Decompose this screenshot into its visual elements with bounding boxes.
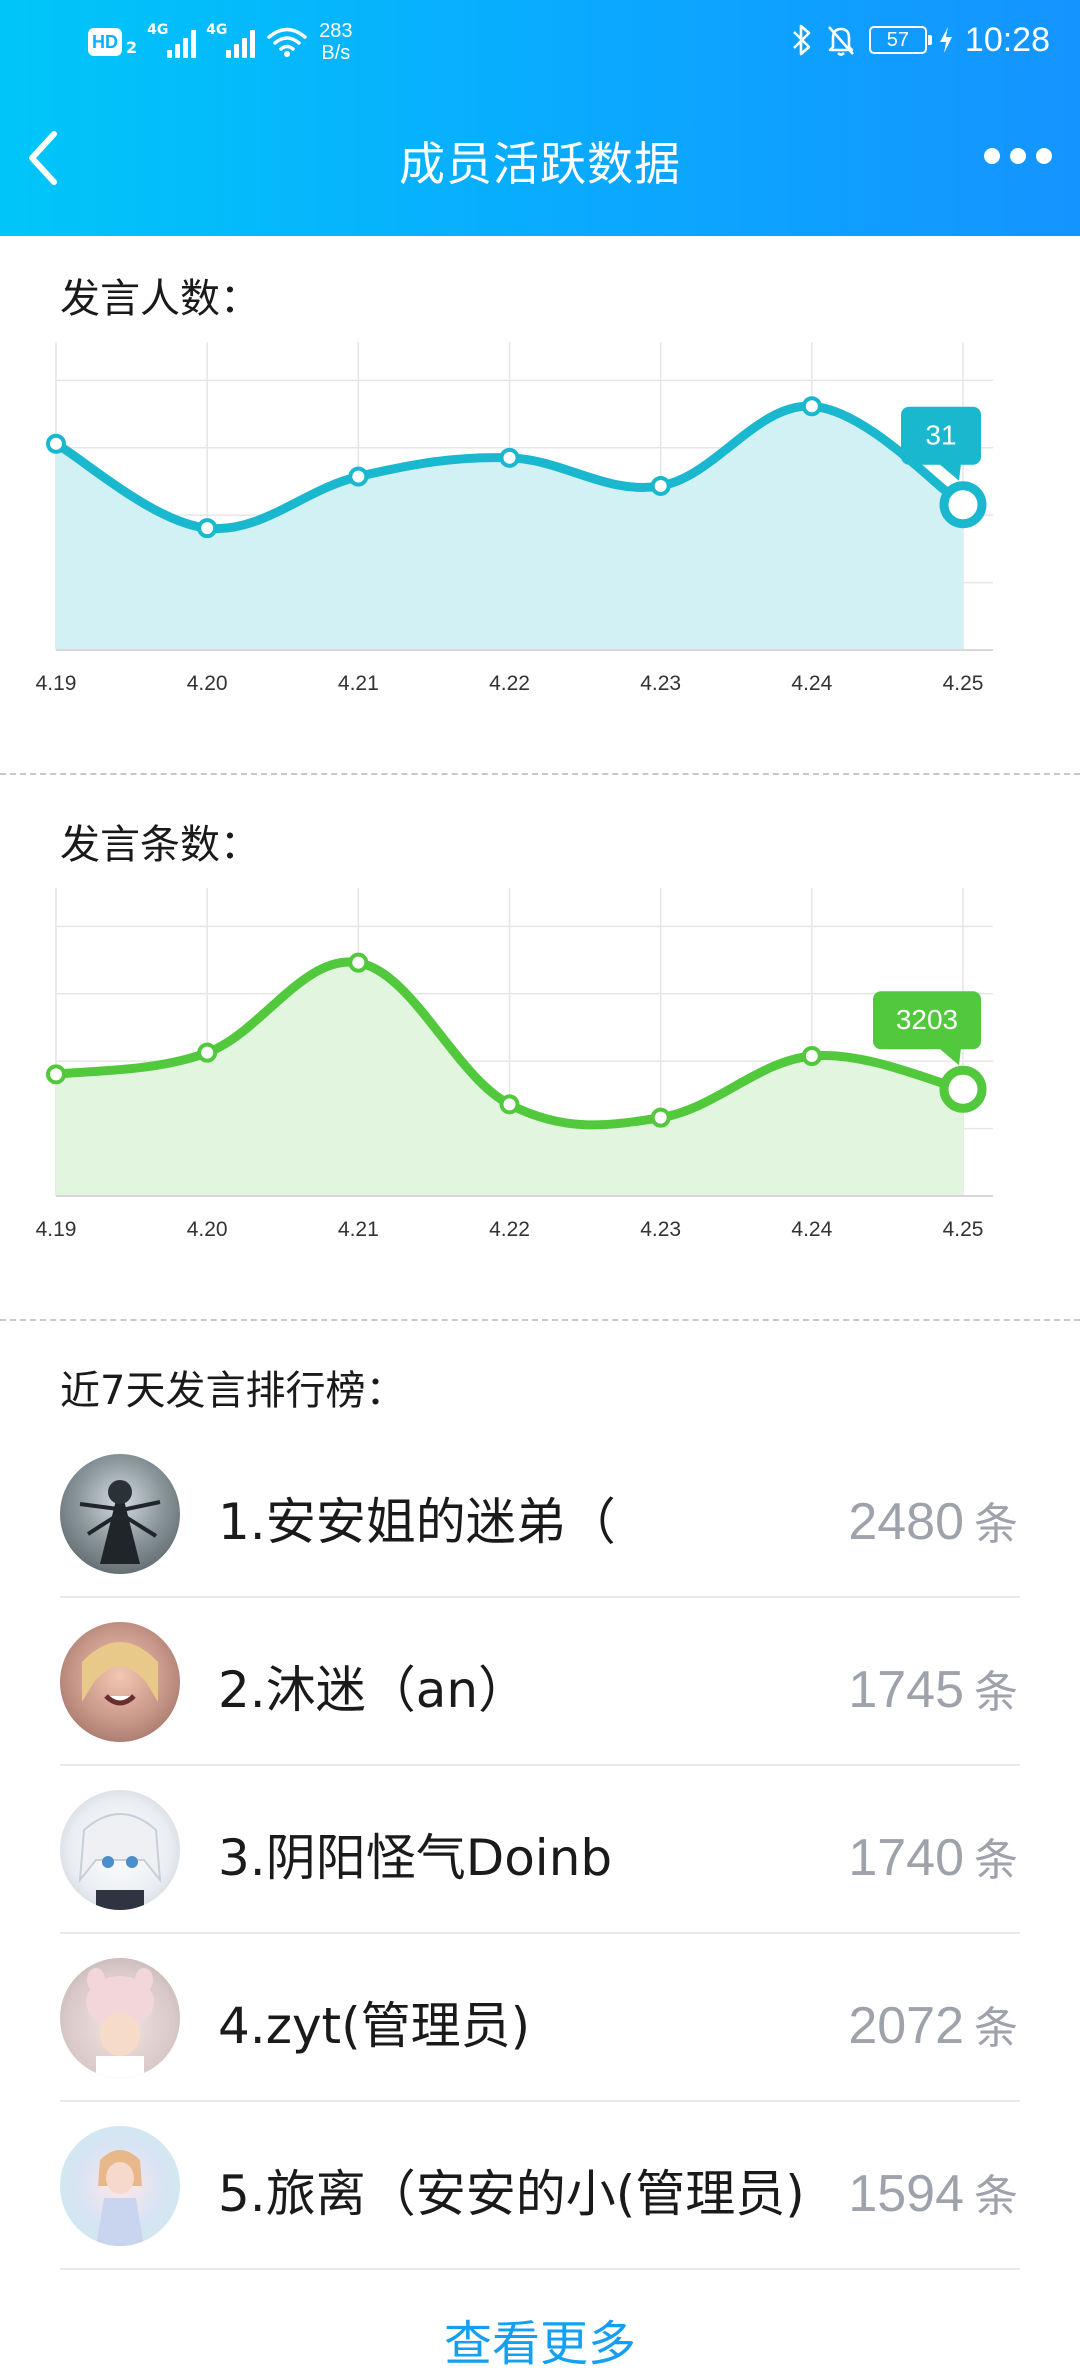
rank-name: 3.阴阳怪气Doinb — [218, 1829, 613, 1887]
rank-count-unit: 条 — [974, 1667, 1018, 1718]
x-tick-label: 4.24 — [791, 672, 832, 695]
tooltip-label: 3203 — [896, 1004, 958, 1035]
speed-unit: B/s — [321, 42, 351, 64]
data-point — [499, 447, 520, 468]
avatar — [60, 1958, 180, 2078]
status-bar-left: HD 2 4G 4G 283 B/s — [88, 20, 353, 64]
data-point — [650, 1107, 671, 1128]
rank-count-unit: 条 — [974, 2003, 1018, 2054]
data-point — [650, 475, 671, 496]
rank-name: 5.旅离（安安的小(管理员) — [218, 2165, 805, 2223]
data-point — [801, 396, 822, 417]
hd-badge: HD — [88, 28, 122, 56]
signal-icon: 4G — [206, 22, 256, 58]
x-tick-label: 4.23 — [640, 672, 681, 695]
x-tick-label: 4.25 — [943, 672, 984, 695]
avatar — [60, 1622, 180, 1742]
rank-count-value: 2480 — [848, 1493, 964, 1551]
rank-count-value: 1594 — [848, 2165, 964, 2223]
x-tick-label: 4.20 — [187, 672, 228, 695]
rank-count-unit: 条 — [974, 1499, 1018, 1550]
ranking-title: 近7天发言排行榜： — [60, 1368, 406, 1414]
rank-count-value: 1745 — [848, 1661, 964, 1719]
value-tooltip: 3203 — [873, 991, 981, 1066]
speed-value: 283 — [319, 20, 353, 42]
rank-count-value: 1740 — [848, 1829, 964, 1887]
more-button[interactable] — [984, 148, 1052, 164]
data-point — [348, 466, 369, 487]
tooltip-pointer — [939, 1048, 961, 1066]
page-title: 成员活跃数据 — [399, 137, 681, 191]
rank-count-unit: 条 — [974, 1835, 1018, 1886]
data-point — [197, 518, 218, 539]
battery-icon: 57 — [868, 26, 932, 54]
data-point — [348, 952, 369, 973]
x-tick-label: 4.19 — [36, 672, 77, 695]
rank-item[interactable]: 3.阴阳怪气Doinb 1740 条 — [60, 1766, 1020, 1934]
data-point — [197, 1042, 218, 1063]
header-bar: HD 2 4G 4G 283 B/s 57 10:28 成员活跃数据 — [0, 0, 1080, 236]
rank-item[interactable]: 4.zyt(管理员) 2072 条 — [60, 1934, 1020, 2102]
rank-item[interactable]: 1.安安姐的迷弟（ 2480 条 — [60, 1430, 1020, 1598]
status-bar-right: 57 10:28 — [791, 18, 1050, 62]
clock: 10:28 — [964, 20, 1050, 59]
x-tick-label: 4.21 — [338, 1218, 379, 1241]
highlight-point — [939, 481, 987, 529]
section-divider — [0, 1319, 1080, 1321]
x-tick-label: 4.20 — [187, 1218, 228, 1241]
rank-item[interactable]: 5.旅离（安安的小(管理员) 1594 条 — [60, 2102, 1020, 2270]
x-tick-label: 4.21 — [338, 672, 379, 695]
bluetooth-icon — [792, 24, 811, 56]
view-more-link[interactable]: 查看更多 — [0, 2304, 1080, 2374]
mute-bell-icon — [827, 26, 854, 56]
more-dots-icon — [1036, 148, 1052, 164]
rank-count: 2480 条 — [848, 1488, 1018, 1552]
wifi-icon — [267, 27, 307, 57]
rank-count: 1745 条 — [848, 1656, 1018, 1720]
more-dots-icon — [1010, 148, 1026, 164]
messages-chart: 4.19 4.20 4.21 4.22 4.23 4.24 4.25 3203 — [36, 888, 993, 1241]
rank-count: 1740 条 — [848, 1824, 1018, 1888]
x-tick-label: 4.22 — [489, 672, 530, 695]
network-type: 4G — [147, 22, 169, 38]
rank-count-unit: 条 — [974, 2171, 1018, 2222]
network-speed: 283 B/s — [319, 20, 352, 64]
network-type: 4G — [206, 22, 228, 38]
tooltip-label: 31 — [925, 420, 956, 451]
messages-title: 发言条数： — [60, 822, 260, 868]
rank-count: 1594 条 — [848, 2160, 1018, 2224]
sim-index: 2 — [126, 37, 138, 57]
data-point — [46, 433, 66, 454]
speakers-chart: 4.19 4.20 4.21 4.22 4.23 4.24 4.25 31 — [36, 342, 993, 695]
rank-count: 2072 条 — [848, 1992, 1018, 2056]
speakers-title: 发言人数： — [60, 276, 260, 322]
avatar — [60, 1454, 180, 1574]
section-divider — [0, 773, 1080, 775]
rank-name: 2.沐迷（an） — [218, 1661, 529, 1719]
data-point — [499, 1094, 520, 1115]
charging-icon — [939, 27, 952, 53]
x-tick-label: 4.25 — [943, 1218, 984, 1241]
x-tick-label: 4.19 — [36, 1218, 77, 1241]
x-tick-label: 4.24 — [791, 1218, 832, 1241]
data-point — [801, 1046, 822, 1066]
rank-count-value: 2072 — [848, 1997, 964, 2055]
avatar — [60, 1790, 180, 1910]
avatar — [60, 2126, 180, 2246]
rank-name: 4.zyt(管理员) — [218, 1997, 531, 2055]
x-tick-label: 4.23 — [640, 1218, 681, 1241]
data-point — [46, 1064, 66, 1085]
more-dots-icon — [984, 148, 1000, 164]
rank-item[interactable]: 2.沐迷（an） 1745 条 — [60, 1598, 1020, 1766]
tooltip-pointer — [939, 463, 961, 481]
x-tick-label: 4.22 — [489, 1218, 530, 1241]
rank-name: 1.安安姐的迷弟（ — [218, 1493, 616, 1551]
signal-icon: 4G — [147, 22, 197, 58]
highlight-point — [939, 1065, 987, 1113]
